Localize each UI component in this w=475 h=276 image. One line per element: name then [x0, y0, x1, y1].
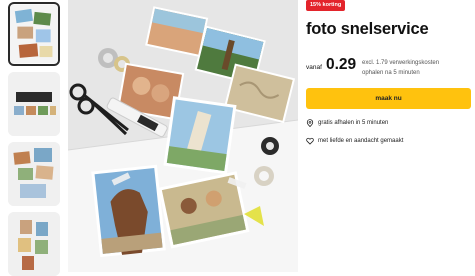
discount-badge: 15% korting — [306, 0, 346, 11]
price-prefix: vanaf — [306, 64, 322, 71]
processing-fee-text: excl. 1.79 verwerkingskosten — [362, 60, 440, 66]
location-pin-icon — [306, 119, 314, 127]
feature-care-text: met liefde en aandacht gemaakt — [318, 138, 404, 144]
price-details: excl. 1.79 verwerkingskosten ophalen na … — [362, 58, 474, 78]
product-title: foto snelservice — [306, 20, 429, 38]
thumbnail-4[interactable] — [8, 212, 60, 276]
thumbnail-1[interactable] — [8, 2, 60, 66]
feature-pickup-text: gratis afhalen in 5 minuten — [318, 120, 389, 126]
product-price: 0.29 — [326, 56, 357, 73]
thumbnail-photos-image — [10, 4, 58, 64]
thumbnail-strips-image — [8, 212, 60, 276]
thumbnail-3[interactable] — [8, 142, 60, 206]
make-now-button[interactable]: maak nu — [306, 88, 471, 109]
product-hero-image — [68, 0, 298, 272]
thumbnail-collage-image — [8, 142, 60, 206]
thumbnail-prints-image — [8, 72, 60, 136]
thumbnail-2[interactable] — [8, 72, 60, 136]
pickup-time-text: ophalen na 5 minuten — [362, 70, 420, 76]
thumbnail-list — [0, 0, 64, 276]
feature-pickup: gratis afhalen in 5 minuten — [306, 119, 388, 127]
heart-icon — [306, 137, 314, 145]
feature-care: met liefde en aandacht gemaakt — [306, 137, 403, 145]
photo-prints-scene — [68, 0, 298, 272]
